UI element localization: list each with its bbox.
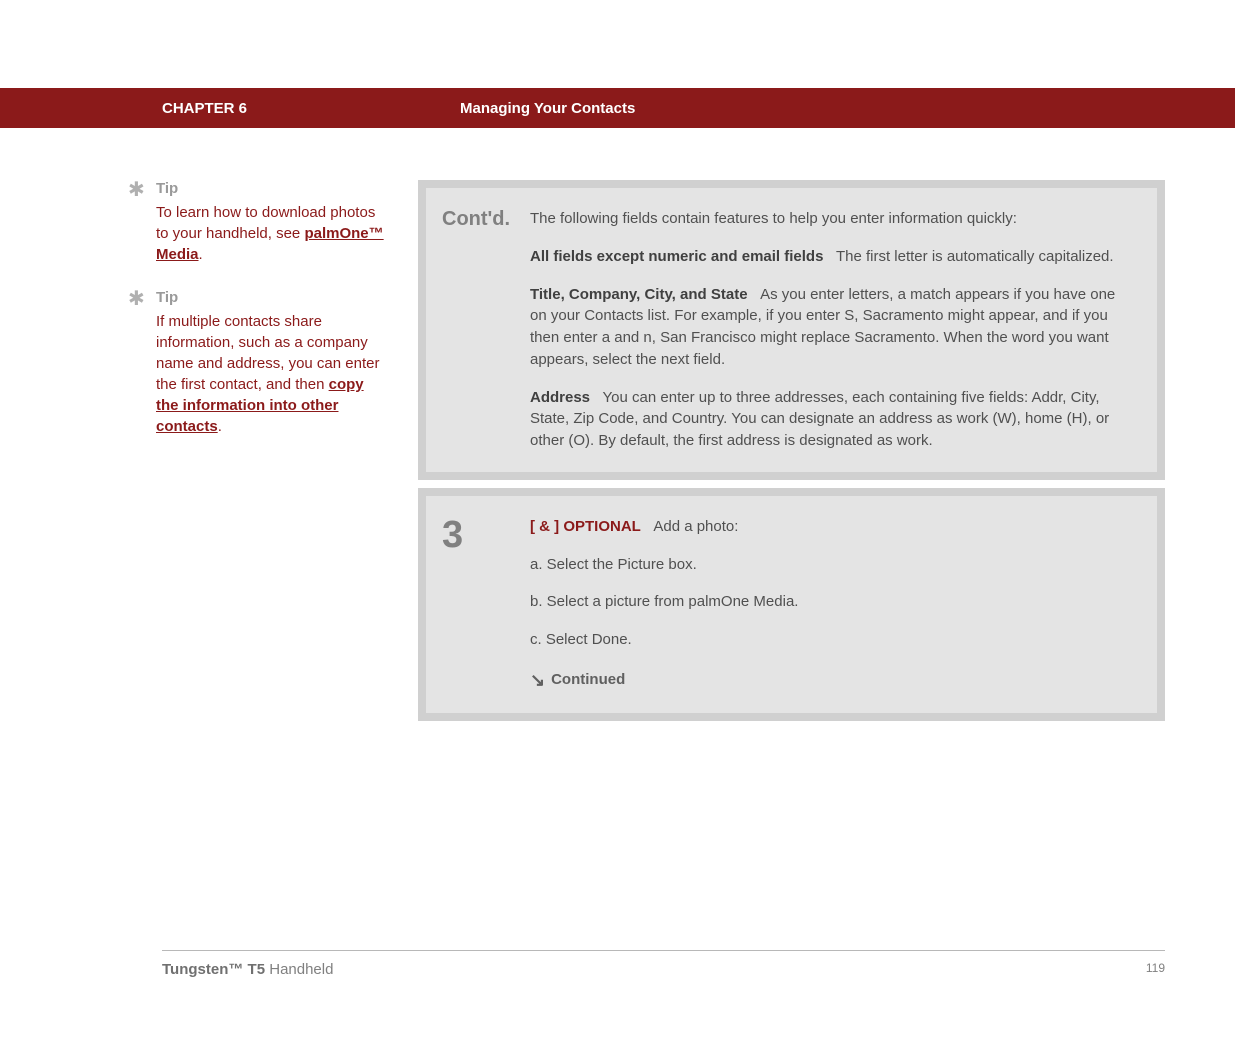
- term-desc: The first letter is automatically capita…: [836, 248, 1114, 265]
- tip-text-post: .: [199, 246, 203, 263]
- intro-text: The following fields contain features to…: [530, 208, 1133, 230]
- step-number: 3: [442, 516, 530, 554]
- field-item: Address You can enter up to three addres…: [530, 387, 1133, 452]
- instruction-panel-contd: Cont'd. The following fields contain fea…: [418, 180, 1165, 480]
- footer-product-rest: Handheld: [265, 961, 333, 978]
- substep: b. Select a picture from palmOne Media.: [530, 591, 1133, 613]
- tip-label: Tip: [156, 180, 178, 197]
- tip-body: If multiple contacts share information, …: [128, 311, 388, 437]
- continued-indicator: ↘ Continued: [530, 667, 1133, 693]
- optional-label: [ & ] OPTIONAL: [530, 518, 641, 535]
- footer-product: Tungsten™ T5 Handheld: [162, 961, 333, 978]
- footer-page-number: 119: [1146, 961, 1165, 978]
- tip-label: Tip: [156, 289, 178, 306]
- term-label: All fields except numeric and email fiel…: [530, 248, 823, 265]
- term-label: Address: [530, 389, 590, 406]
- arrow-down-right-icon: ↘: [530, 667, 545, 693]
- chapter-header-bar: CHAPTER 6 Managing Your Contacts: [0, 88, 1235, 128]
- continued-label: Continued: [551, 669, 625, 691]
- tip-block: ✱ Tip To learn how to download photos to…: [128, 180, 388, 265]
- optional-line: [ & ] OPTIONAL Add a photo:: [530, 516, 1133, 538]
- main-content: Cont'd. The following fields contain fea…: [418, 180, 1165, 729]
- field-item: Title, Company, City, and State As you e…: [530, 284, 1133, 371]
- chapter-number: CHAPTER 6: [162, 100, 460, 117]
- page-footer: Tungsten™ T5 Handheld 119: [162, 950, 1165, 978]
- footer-product-bold: Tungsten™ T5: [162, 961, 265, 978]
- substep: c. Select Done.: [530, 629, 1133, 651]
- instruction-panel-step3: 3 [ & ] OPTIONAL Add a photo: a. Select …: [418, 488, 1165, 721]
- chapter-title: Managing Your Contacts: [460, 100, 635, 117]
- tip-body: To learn how to download photos to your …: [128, 202, 388, 265]
- asterisk-icon: ✱: [128, 180, 144, 200]
- field-item: All fields except numeric and email fiel…: [530, 246, 1133, 268]
- asterisk-icon: ✱: [128, 289, 144, 309]
- tip-block: ✱ Tip If multiple contacts share informa…: [128, 289, 388, 437]
- sidebar-tips: ✱ Tip To learn how to download photos to…: [128, 180, 418, 729]
- tip-text-post: .: [218, 418, 222, 435]
- optional-text: Add a photo:: [653, 518, 738, 535]
- substep: a. Select the Picture box.: [530, 554, 1133, 576]
- step-contd-label: Cont'd.: [442, 208, 530, 231]
- term-label: Title, Company, City, and State: [530, 286, 748, 303]
- term-desc: You can enter up to three addresses, eac…: [530, 389, 1109, 450]
